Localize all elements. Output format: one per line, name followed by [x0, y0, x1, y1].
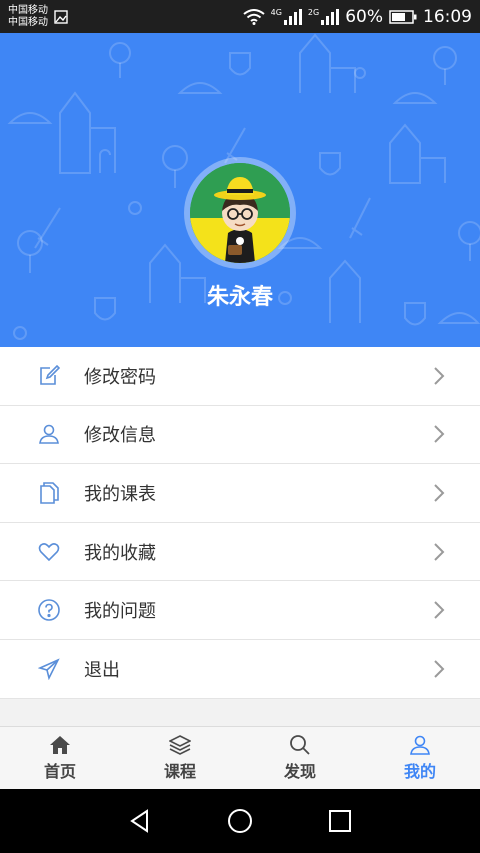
- profile-header: 朱永春: [0, 33, 480, 347]
- tab-label: 首页: [43, 761, 76, 781]
- menu-item-logout[interactable]: 退出: [0, 639, 480, 699]
- carrier-2: 中国移动: [8, 16, 48, 28]
- chevron-right-icon: [434, 542, 445, 561]
- chevron-right-icon: [434, 484, 445, 502]
- carrier-1: 中国移动: [8, 4, 48, 16]
- menu-item-label: 修改密码: [84, 366, 156, 388]
- menu-item-my-favorites[interactable]: 我的收藏: [0, 522, 480, 582]
- tab-label: 课程: [163, 761, 196, 781]
- settings-menu: 修改密码 修改信息 我的课表 我的收藏 我的问题 退出: [0, 347, 480, 699]
- tab-discover[interactable]: 发现: [240, 727, 360, 789]
- signal-icon-2: [321, 8, 340, 25]
- question-icon: [38, 599, 60, 621]
- chevron-right-icon: [434, 601, 445, 619]
- clock: 16:09: [423, 6, 472, 27]
- wifi-icon: [242, 8, 265, 25]
- home-icon: [50, 735, 70, 754]
- battery-percent: 60%: [345, 6, 383, 27]
- edit-icon: [38, 364, 60, 387]
- chevron-right-icon: [434, 425, 445, 444]
- menu-item-my-schedule[interactable]: 我的课表: [0, 464, 480, 523]
- document-icon: [38, 482, 60, 504]
- layers-icon: [169, 734, 191, 755]
- status-bar: 中国移动 中国移动 4G 2G 60% 16:09: [0, 0, 480, 33]
- user-icon: [410, 735, 430, 755]
- menu-item-label: 我的课表: [84, 483, 156, 505]
- menu-item-change-password[interactable]: 修改密码: [0, 347, 480, 406]
- heart-icon: [38, 541, 60, 563]
- search-icon: [290, 734, 310, 755]
- user-icon: [38, 423, 60, 445]
- menu-item-label: 我的收藏: [84, 542, 156, 564]
- avatar-image: [190, 163, 290, 263]
- tab-courses[interactable]: 课程: [120, 727, 240, 789]
- recents-icon[interactable]: [327, 808, 353, 834]
- back-icon[interactable]: [127, 808, 153, 834]
- carrier-info: 中国移动 中国移动: [8, 5, 68, 29]
- menu-item-my-questions[interactable]: 我的问题: [0, 581, 480, 640]
- menu-item-label: 我的问题: [84, 601, 156, 623]
- network-type-1: 4G: [270, 7, 282, 17]
- tab-label: 我的: [403, 761, 436, 781]
- system-navigation-bar: [0, 789, 480, 853]
- tab-label: 发现: [283, 761, 316, 781]
- menu-item-label: 修改信息: [84, 425, 156, 447]
- chevron-right-icon: [434, 660, 445, 678]
- chevron-right-icon: [434, 367, 445, 385]
- tab-mine[interactable]: 我的: [360, 727, 480, 789]
- avatar-frame[interactable]: [184, 157, 296, 269]
- bottom-tab-bar: 首页 课程 发现 我的: [0, 726, 480, 789]
- menu-item-edit-info[interactable]: 修改信息: [0, 405, 480, 465]
- tab-home[interactable]: 首页: [0, 727, 120, 789]
- home-button-icon[interactable]: [227, 808, 253, 834]
- battery-icon: [389, 9, 417, 24]
- image-notification-icon: [54, 9, 68, 24]
- avatar[interactable]: [190, 163, 290, 263]
- send-icon: [38, 658, 60, 680]
- user-name: 朱永春: [206, 285, 273, 310]
- signal-icon-1: [283, 8, 302, 25]
- menu-item-label: 退出: [84, 659, 120, 681]
- network-type-2: 2G: [307, 7, 320, 17]
